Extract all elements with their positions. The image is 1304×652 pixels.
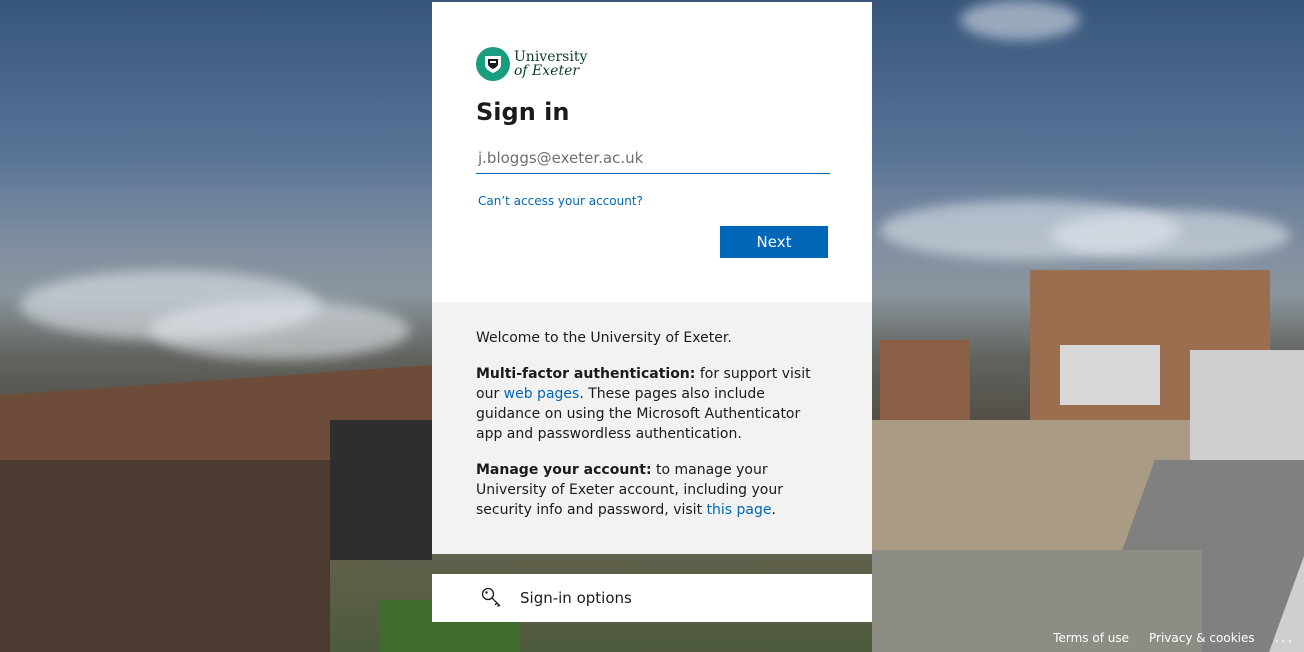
signin-card: University of Exeter Sign in Can’t acces…	[432, 2, 872, 554]
this-page-link[interactable]: this page	[707, 502, 772, 518]
sign-in-options-label: Sign-in options	[520, 589, 632, 607]
more-options-icon[interactable]: ...	[1275, 630, 1294, 646]
logo-wordmark: University of Exeter	[514, 50, 587, 78]
web-pages-link[interactable]: web pages	[504, 386, 580, 402]
logo-line-2: of Exeter	[514, 63, 580, 79]
next-button[interactable]: Next	[720, 226, 828, 258]
mfa-heading: Multi-factor authentication:	[476, 366, 696, 382]
sign-in-options-button[interactable]: Sign-in options	[432, 574, 872, 622]
mfa-paragraph: Multi-factor authentication: for support…	[476, 364, 828, 444]
university-logo: University of Exeter	[476, 46, 587, 82]
manage-text-2: .	[771, 502, 776, 518]
manage-heading: Manage your account:	[476, 462, 652, 478]
footer: Terms of use Privacy & cookies ...	[1053, 630, 1304, 646]
cant-access-account-link[interactable]: Can’t access your account?	[478, 194, 643, 208]
logo-line-1: University	[514, 49, 588, 65]
manage-paragraph: Manage your account: to manage your Univ…	[476, 460, 828, 520]
privacy-cookies-link[interactable]: Privacy & cookies	[1149, 631, 1255, 645]
page-title: Sign in	[476, 98, 570, 126]
email-field[interactable]	[476, 143, 830, 174]
info-panel: Welcome to the University of Exeter. Mul…	[432, 302, 872, 554]
signin-panel: University of Exeter Sign in Can’t acces…	[432, 2, 872, 302]
crest-icon	[476, 47, 510, 81]
terms-of-use-link[interactable]: Terms of use	[1053, 631, 1129, 645]
key-icon	[481, 587, 501, 607]
welcome-text: Welcome to the University of Exeter.	[476, 330, 732, 346]
